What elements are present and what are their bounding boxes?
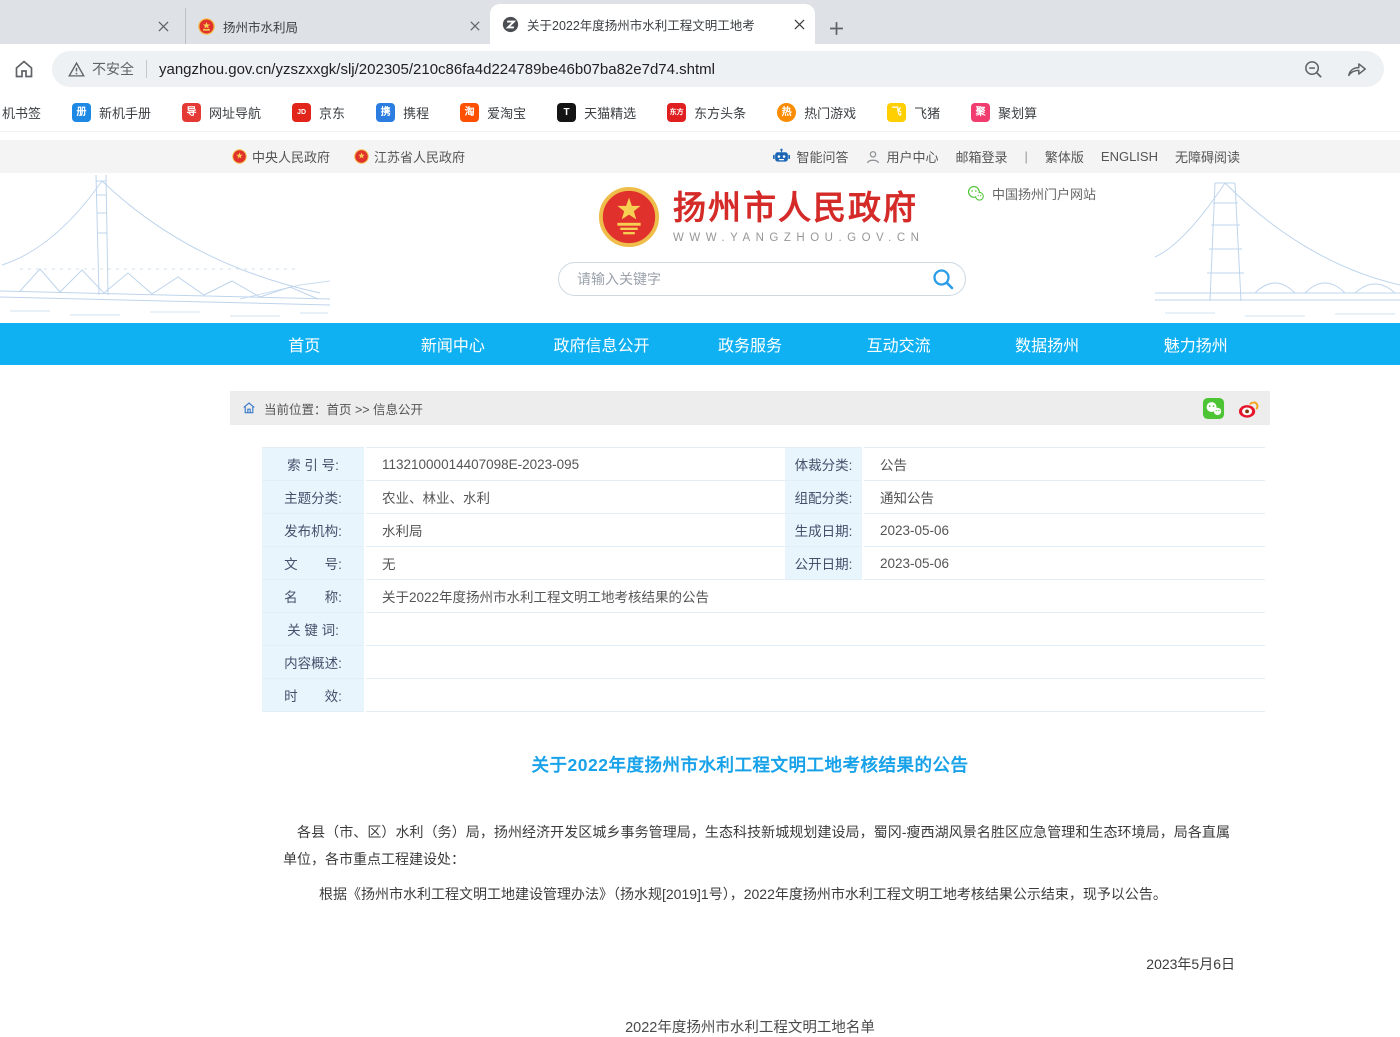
main-content: 当前位置：首页 >> 信息公开 索 引 号: 11321000014407098… bbox=[230, 391, 1270, 1037]
url-text[interactable]: yangzhou.gov.cn/yzszxxgk/slj/202305/210c… bbox=[159, 61, 1283, 78]
nav-home[interactable]: 首页 bbox=[230, 323, 379, 365]
breadcrumb: 当前位置：首页 >> 信息公开 bbox=[230, 391, 1270, 425]
article-paragraph: 各县（市、区）水利（务）局，扬州经济开发区城乡事务管理局，生态科技新城规划建设局… bbox=[283, 819, 1230, 873]
english-version-link[interactable]: ENGLISH bbox=[1101, 149, 1158, 164]
table-row: 文 号: 无 公开日期: 2023-05-06 bbox=[262, 547, 1265, 580]
close-icon[interactable] bbox=[794, 19, 805, 30]
table-row: 名 称: 关于2022年度扬州市水利工程文明工地考核结果的公告 bbox=[262, 580, 1265, 613]
tab-partial[interactable] bbox=[0, 8, 185, 44]
table-row: 时 效: bbox=[262, 679, 1265, 712]
close-icon[interactable] bbox=[470, 21, 480, 31]
site-banner: 扬州市人民政府 WWW.YANGZHOU.GOV.CN 中国扬州门户网站 bbox=[0, 173, 1400, 323]
table-row: 关 键 词: bbox=[262, 613, 1265, 646]
table-row: 主题分类: 农业、林业、水利 组配分类: 通知公告 bbox=[262, 481, 1265, 514]
site-favicon-icon bbox=[502, 16, 519, 33]
not-secure-warning-icon bbox=[68, 61, 85, 78]
new-tab-button[interactable] bbox=[829, 21, 844, 36]
user-center-link[interactable]: 用户中心 bbox=[865, 147, 938, 166]
traditional-version-link[interactable]: 繁体版 bbox=[1045, 147, 1084, 166]
breadcrumb-text[interactable]: 当前位置：首页 >> 信息公开 bbox=[264, 399, 423, 418]
document-meta-table: 索 引 号: 11321000014407098E-2023-095 体裁分类:… bbox=[262, 447, 1265, 712]
bookmark-item[interactable]: T天猫精选 bbox=[557, 103, 636, 122]
wechat-icon bbox=[966, 184, 985, 203]
toutiao-icon: 东方 bbox=[667, 103, 686, 122]
nav-charming-yangzhou[interactable]: 魅力扬州 bbox=[1121, 323, 1270, 365]
tab-title: 扬州市水利局 bbox=[223, 17, 470, 36]
tab-active-announcement[interactable]: 关于2022年度扬州市水利工程文明工地考 bbox=[490, 4, 815, 44]
table-row: 内容概述: bbox=[262, 646, 1265, 679]
nav-gov-info-disclosure[interactable]: 政府信息公开 bbox=[527, 323, 676, 365]
jd-icon: JD bbox=[292, 103, 311, 122]
national-emblem-icon bbox=[598, 186, 660, 248]
search-input[interactable] bbox=[577, 271, 931, 287]
link-jiangsu-government[interactable]: 江苏省人民政府 bbox=[354, 147, 465, 166]
portal-badge[interactable]: 中国扬州门户网站 bbox=[966, 184, 1096, 203]
bookmark-item[interactable]: 淘爱淘宝 bbox=[460, 103, 526, 122]
home-icon[interactable] bbox=[12, 57, 36, 81]
bookmark-item[interactable]: 导网址导航 bbox=[182, 103, 261, 122]
site-utility-bar: 中央人民政府 江苏省人民政府 智能问答 用户中心 邮箱登录 bbox=[0, 140, 1400, 173]
user-icon bbox=[865, 149, 881, 165]
bookmarks-bar: 机书签 册新机手册 导网址导航 JD京东 携携程 淘爱淘宝 T天猫精选 东方东方… bbox=[0, 94, 1400, 132]
share-icon[interactable] bbox=[1346, 58, 1368, 80]
share-wechat-icon[interactable] bbox=[1202, 397, 1225, 420]
zoom-out-icon[interactable] bbox=[1303, 59, 1324, 80]
address-bar: 不安全 yangzhou.gov.cn/yzszxxgk/slj/202305/… bbox=[0, 44, 1400, 94]
site-search bbox=[558, 262, 966, 296]
table-row: 索 引 号: 11321000014407098E-2023-095 体裁分类:… bbox=[262, 448, 1265, 481]
tmall-icon: T bbox=[557, 103, 576, 122]
site-url-caption: WWW.YANGZHOU.GOV.CN bbox=[673, 232, 924, 244]
site-logo[interactable]: 扬州市人民政府 WWW.YANGZHOU.GOV.CN bbox=[598, 186, 924, 248]
banner-art-bridge-left bbox=[0, 173, 330, 323]
bookmark-item[interactable]: 东方东方头条 bbox=[667, 103, 746, 122]
bookmark-item[interactable]: 册新机手册 bbox=[72, 103, 151, 122]
home-icon[interactable] bbox=[242, 401, 256, 415]
close-icon[interactable] bbox=[158, 21, 169, 32]
article-list-title: 2022年度扬州市水利工程文明工地名单 bbox=[230, 1016, 1270, 1037]
tab-title: 关于2022年度扬州市水利工程文明工地考 bbox=[527, 15, 794, 34]
article-title: 关于2022年度扬州市水利工程文明工地考核结果的公告 bbox=[230, 752, 1270, 777]
bookmark-item[interactable]: 热热门游戏 bbox=[777, 103, 856, 122]
table-row: 发布机构: 水利局 生成日期: 2023-05-06 bbox=[262, 514, 1265, 547]
bookmark-item[interactable]: 机书签 bbox=[2, 103, 41, 122]
juhuasuan-icon: 聚 bbox=[971, 103, 990, 122]
fliggy-icon: 飞 bbox=[887, 103, 906, 122]
site-name: 扬州市人民政府 bbox=[673, 190, 924, 226]
article-paragraph: 根据《扬州市水利工程文明工地建设管理办法》（扬水规[2019]1号），2022年… bbox=[283, 881, 1230, 908]
manual-icon: 册 bbox=[72, 103, 91, 122]
nav-data-yangzhou[interactable]: 数据扬州 bbox=[973, 323, 1122, 365]
bookmark-item[interactable]: 飞飞猪 bbox=[887, 103, 940, 122]
bookmark-item[interactable]: 聚聚划算 bbox=[971, 103, 1037, 122]
robot-icon bbox=[772, 148, 791, 165]
search-icon[interactable] bbox=[931, 267, 955, 291]
gov-emblem-icon bbox=[232, 149, 247, 164]
gov-emblem-icon bbox=[354, 149, 369, 164]
nav-interaction[interactable]: 互动交流 bbox=[824, 323, 973, 365]
banner-art-bridge-right bbox=[1155, 173, 1400, 323]
games-icon: 热 bbox=[777, 103, 796, 122]
ctrip-icon: 携 bbox=[376, 103, 395, 122]
mail-login-link[interactable]: 邮箱登录 bbox=[955, 147, 1007, 166]
nav-news-center[interactable]: 新闻中心 bbox=[379, 323, 528, 365]
main-navigation: 首页 新闻中心 政府信息公开 政务服务 互动交流 数据扬州 魅力扬州 bbox=[0, 323, 1400, 365]
divider bbox=[146, 60, 147, 78]
gov-emblem-icon bbox=[198, 18, 215, 35]
nav-gov-services[interactable]: 政务服务 bbox=[676, 323, 825, 365]
share-weibo-icon[interactable] bbox=[1237, 397, 1260, 420]
url-field[interactable]: 不安全 yangzhou.gov.cn/yzszxxgk/slj/202305/… bbox=[52, 51, 1384, 87]
article-date: 2023年5月6日 bbox=[230, 954, 1235, 974]
bookmark-item[interactable]: 携携程 bbox=[376, 103, 429, 122]
accessibility-link[interactable]: 无障碍阅读 bbox=[1175, 147, 1240, 166]
not-secure-label[interactable]: 不安全 bbox=[92, 59, 134, 79]
taobao-icon: 淘 bbox=[460, 103, 479, 122]
link-central-government[interactable]: 中央人民政府 bbox=[232, 147, 330, 166]
tab-yangzhou-water-bureau[interactable]: 扬州市水利局 bbox=[185, 8, 490, 44]
smart-qa-link[interactable]: 智能问答 bbox=[772, 147, 848, 166]
bookmark-item[interactable]: JD京东 bbox=[292, 103, 345, 122]
nav-site-icon: 导 bbox=[182, 103, 201, 122]
divider: | bbox=[1025, 149, 1028, 164]
browser-tab-bar: 扬州市水利局 关于2022年度扬州市水利工程文明工地考 bbox=[0, 0, 1400, 44]
